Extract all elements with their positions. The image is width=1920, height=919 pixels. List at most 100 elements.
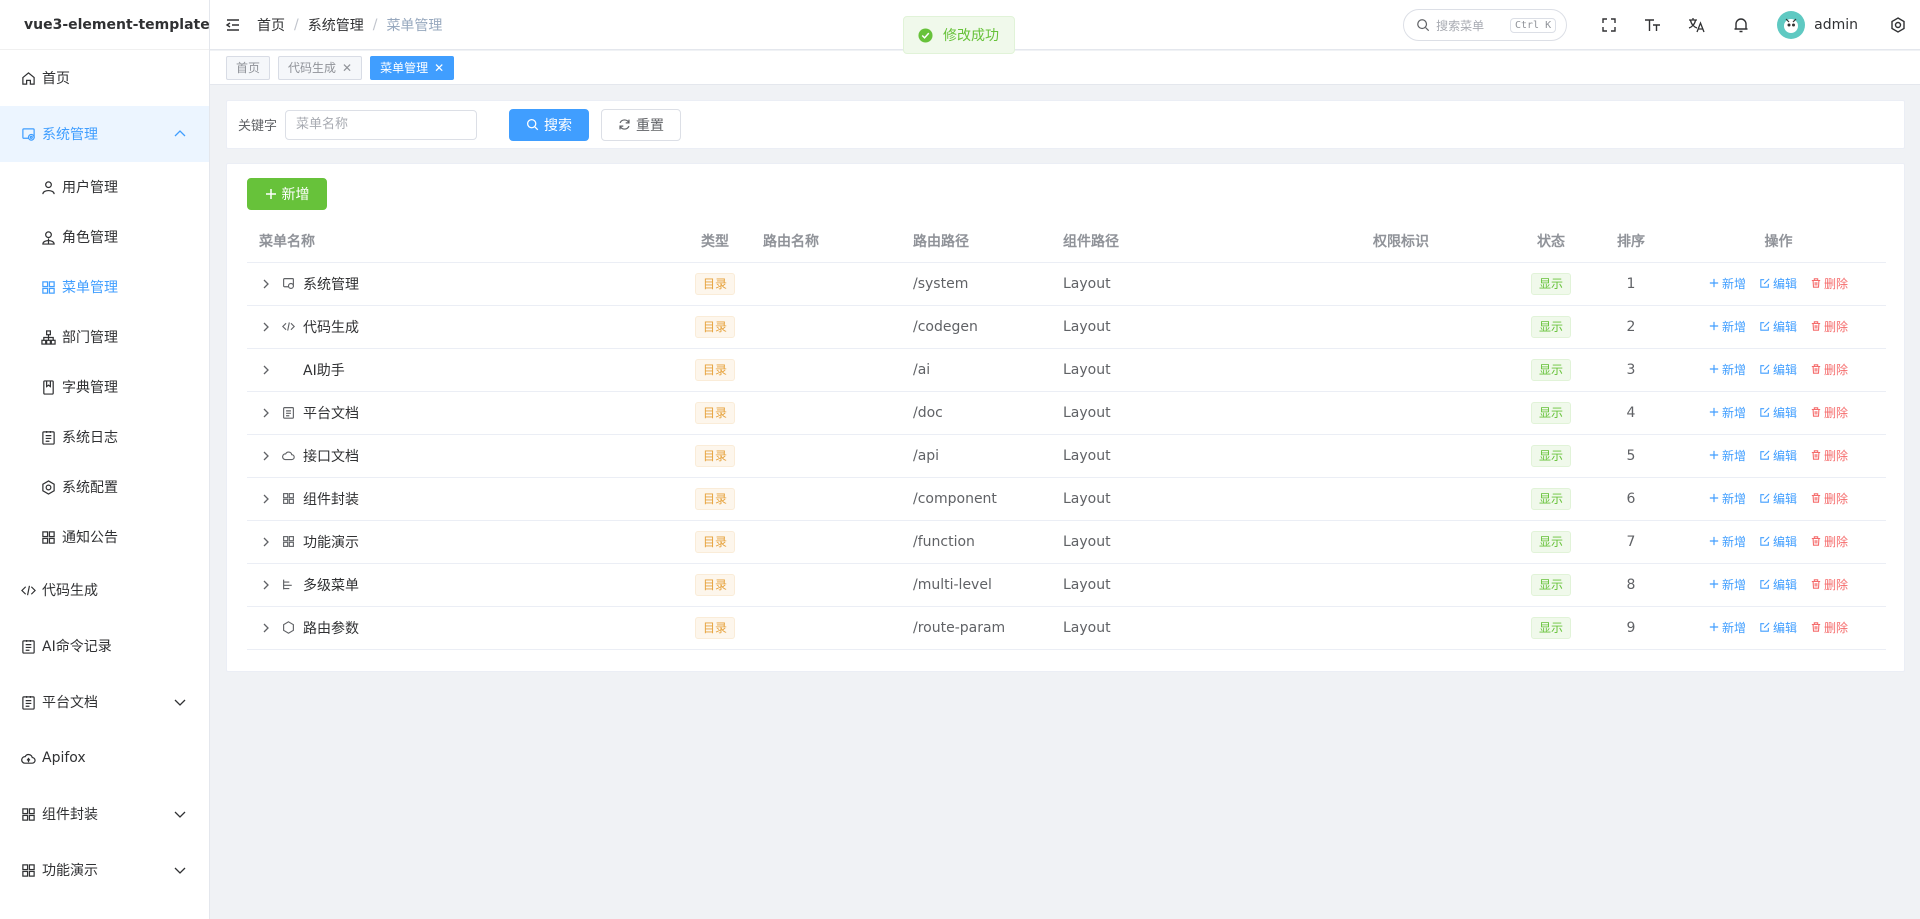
menu-name: 代码生成 — [303, 319, 359, 336]
search-button[interactable]: 搜索 — [509, 108, 590, 141]
menu-name: 系统管理 — [303, 276, 359, 293]
sidebar-item-departments[interactable]: 部门管理 — [0, 312, 209, 362]
row-add-button[interactable]: 新增 — [1709, 361, 1746, 378]
chevron-right-icon[interactable] — [259, 320, 273, 334]
breadcrumb-system[interactable]: 系统管理 — [308, 15, 364, 35]
row-add-button[interactable]: 新增 — [1709, 490, 1746, 507]
type-badge: 目录 — [694, 401, 735, 424]
bell-icon[interactable] — [1731, 15, 1751, 35]
sidebar-item-demos[interactable]: 功能演示 — [0, 842, 209, 898]
row-add-button[interactable]: 新增 — [1709, 275, 1746, 292]
collapse-menu-icon[interactable] — [225, 17, 241, 33]
route-name-cell — [751, 434, 901, 478]
breadcrumb-home[interactable]: 首页 — [257, 15, 285, 35]
sidebar-item-apifox[interactable]: Apifox — [0, 730, 209, 786]
avatar — [1777, 11, 1806, 39]
chevron-right-icon[interactable] — [259, 277, 273, 291]
chevron-right-icon[interactable] — [259, 535, 273, 549]
tag-label: 菜单管理 — [380, 61, 429, 75]
grid-icon — [20, 862, 36, 878]
sidebar-item-ai-log[interactable]: AI命令记录 — [0, 618, 209, 674]
settings-icon[interactable] — [1888, 15, 1908, 35]
tag-home[interactable]: 首页 — [226, 55, 271, 80]
route-path-cell: /function — [901, 520, 1051, 564]
chevron-right-icon[interactable] — [259, 578, 273, 592]
row-edit-button[interactable]: 编辑 — [1760, 533, 1797, 550]
row-delete-button[interactable]: 删除 — [1811, 404, 1848, 421]
search-shortcut: Ctrl K — [1510, 17, 1557, 33]
row-edit-button[interactable]: 编辑 — [1760, 404, 1797, 421]
row-add-button[interactable]: 新增 — [1709, 404, 1746, 421]
sidebar-item-components[interactable]: 组件封装 — [0, 786, 209, 842]
row-delete-button[interactable]: 删除 — [1811, 533, 1848, 550]
type-badge: 目录 — [694, 530, 735, 553]
sidebar-item-home[interactable]: 首页 — [0, 50, 209, 106]
sidebar-item-users[interactable]: 用户管理 — [0, 162, 209, 212]
menu-search-button[interactable]: 搜索菜单 Ctrl K — [1403, 9, 1568, 41]
chevron-down-icon — [174, 699, 186, 706]
row-add-button[interactable]: 新增 — [1709, 576, 1746, 593]
keyword-input[interactable] — [285, 109, 478, 140]
chevron-right-icon[interactable] — [259, 449, 273, 463]
sidebar-item-config[interactable]: 系统配置 — [0, 462, 209, 512]
row-edit-button[interactable]: 编辑 — [1760, 318, 1797, 335]
row-delete-button[interactable]: 删除 — [1811, 318, 1848, 335]
tag-menus[interactable]: 菜单管理 ✕ — [370, 55, 455, 80]
system-icon — [281, 277, 295, 291]
row-delete-button[interactable]: 删除 — [1811, 447, 1848, 464]
chevron-right-icon[interactable] — [259, 492, 273, 506]
sidebar-item-menus[interactable]: 菜单管理 — [0, 262, 209, 312]
tag-codegen[interactable]: 代码生成 ✕ — [278, 55, 363, 80]
row-edit-button[interactable]: 编辑 — [1760, 361, 1797, 378]
user-menu[interactable]: admin — [1777, 11, 1858, 39]
chevron-right-icon[interactable] — [259, 621, 273, 635]
row-delete-button[interactable]: 删除 — [1811, 275, 1848, 292]
row-add-button[interactable]: 新增 — [1709, 619, 1746, 636]
reset-button[interactable]: 重置 — [601, 108, 682, 141]
row-add-button[interactable]: 新增 — [1709, 447, 1746, 464]
chevron-right-icon[interactable] — [259, 363, 273, 377]
sidebar-item-notice[interactable]: 通知公告 — [0, 512, 209, 562]
font-size-icon[interactable] — [1643, 15, 1663, 35]
close-icon[interactable]: ✕ — [434, 61, 444, 75]
status-badge: 显示 — [1530, 272, 1571, 295]
sidebar-item-docs[interactable]: 平台文档 — [0, 674, 209, 730]
sidebar-item-codegen[interactable]: 代码生成 — [0, 562, 209, 618]
route-path-cell: /multi-level — [901, 563, 1051, 607]
type-cell: 目录 — [679, 262, 751, 306]
sidebar-item-dict[interactable]: 字典管理 — [0, 362, 209, 412]
table-row: 代码生成 目录/codegen Layout 显示 2 新增 编辑 删除 — [247, 305, 1886, 349]
row-add-button[interactable]: 新增 — [1709, 318, 1746, 335]
row-delete-button[interactable]: 删除 — [1811, 619, 1848, 636]
sidebar-item-logs[interactable]: 系统日志 — [0, 412, 209, 462]
status-badge: 显示 — [1530, 444, 1571, 467]
sidebar-item-label: 部门管理 — [62, 330, 118, 346]
row-edit-button[interactable]: 编辑 — [1760, 576, 1797, 593]
row-edit-button[interactable]: 编辑 — [1760, 619, 1797, 636]
route-path-cell: /doc — [901, 391, 1051, 435]
sidebar-item-system[interactable]: 系统管理 — [0, 106, 209, 162]
sidebar-item-roles[interactable]: 角色管理 — [0, 212, 209, 262]
row-delete-button[interactable]: 删除 — [1811, 490, 1848, 507]
sidebar-item-label: 系统配置 — [62, 480, 118, 496]
close-icon[interactable]: ✕ — [342, 61, 352, 75]
row-delete-button[interactable]: 删除 — [1811, 361, 1848, 378]
row-delete-button[interactable]: 删除 — [1811, 576, 1848, 593]
row-edit-button[interactable]: 编辑 — [1760, 447, 1797, 464]
column-header: 权限标识 — [1361, 220, 1511, 263]
route-name-cell — [751, 391, 901, 435]
chevron-right-icon[interactable] — [259, 406, 273, 420]
type-cell: 目录 — [679, 305, 751, 349]
sort-cell: 5 — [1591, 434, 1671, 478]
menu-name-cell: 功能演示 — [247, 520, 679, 564]
row-edit-button[interactable]: 编辑 — [1760, 490, 1797, 507]
op-label: 删除 — [1824, 449, 1849, 463]
row-edit-button[interactable]: 编辑 — [1760, 275, 1797, 292]
add-menu-button[interactable]: 新增 — [247, 178, 327, 210]
row-add-button[interactable]: 新增 — [1709, 533, 1746, 550]
app-logo[interactable]: vue3-element-template — [0, 0, 209, 50]
sidebar-item-label: 通知公告 — [62, 530, 118, 546]
translate-icon[interactable] — [1687, 15, 1707, 35]
fullscreen-icon[interactable] — [1599, 15, 1619, 35]
component-cell: Layout — [1051, 520, 1361, 564]
